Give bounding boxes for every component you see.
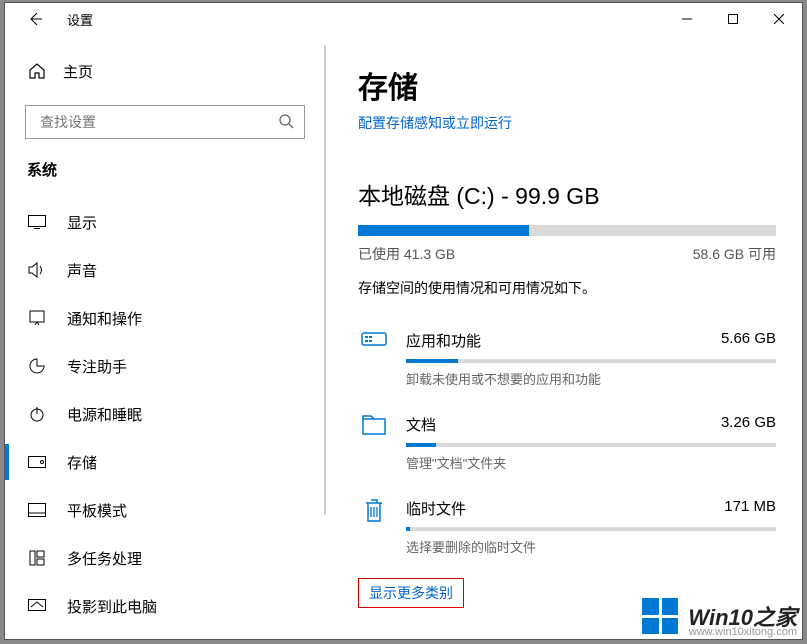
home-icon	[27, 61, 47, 81]
sound-icon	[27, 260, 47, 280]
nav-storage[interactable]: 存储	[5, 438, 325, 486]
category-documents[interactable]: 文档3.26 GB 管理"文档"文件夹	[358, 404, 776, 488]
show-more-highlight: 显示更多类别	[358, 578, 464, 608]
close-button[interactable]	[756, 3, 802, 35]
show-more-link[interactable]: 显示更多类别	[369, 585, 453, 601]
search-box[interactable]	[25, 105, 305, 139]
search-icon	[278, 113, 294, 132]
trash-icon	[358, 498, 390, 556]
nav-multitask[interactable]: 多任务处理	[5, 534, 325, 582]
group-title: 系统	[5, 159, 325, 198]
disk-used-text: 已使用 41.3 GB	[358, 244, 455, 264]
nav-sound[interactable]: 声音	[5, 246, 325, 294]
category-bar	[406, 443, 776, 447]
storage-icon	[27, 452, 47, 472]
disk-title: 本地磁盘 (C:) - 99.9 GB	[358, 177, 776, 211]
nav-notifications[interactable]: 通知和操作	[5, 294, 325, 342]
disk-usage-bar	[358, 225, 776, 236]
disk-desc: 存储空间的使用情况和可用情况如下。	[358, 278, 776, 298]
storage-sense-link[interactable]: 配置存储感知或立即运行	[358, 115, 512, 131]
category-bar	[406, 527, 776, 531]
minimize-button[interactable]	[664, 3, 710, 35]
nav-tablet[interactable]: 平板模式	[5, 486, 325, 534]
category-temp[interactable]: 临时文件171 MB 选择要删除的临时文件	[358, 488, 776, 572]
notifications-icon	[27, 308, 47, 328]
apps-icon	[358, 330, 390, 388]
page-title: 存储	[358, 63, 776, 107]
disk-free-text: 58.6 GB 可用	[693, 244, 776, 264]
documents-icon	[358, 414, 390, 472]
nav-project[interactable]: 投影到此电脑	[5, 582, 325, 630]
sidebar: 主页 系统 显示 声音 通知和操作	[5, 35, 325, 639]
multitask-icon	[27, 548, 47, 568]
home-link[interactable]: 主页	[5, 51, 325, 91]
content-pane: 存储 配置存储感知或立即运行 本地磁盘 (C:) - 99.9 GB 已使用 4…	[325, 35, 802, 639]
maximize-button[interactable]	[710, 3, 756, 35]
nav-focus[interactable]: 专注助手	[5, 342, 325, 390]
search-input[interactable]	[40, 114, 278, 130]
category-apps[interactable]: 应用和功能5.66 GB 卸载未使用或不想要的应用和功能	[358, 320, 776, 404]
nav-display[interactable]: 显示	[5, 198, 325, 246]
home-label: 主页	[63, 61, 93, 82]
display-icon	[27, 212, 47, 232]
back-button[interactable]	[23, 11, 47, 27]
window-title: 设置	[67, 10, 93, 29]
power-icon	[27, 404, 47, 424]
project-icon	[27, 596, 47, 616]
focus-icon	[27, 356, 47, 376]
tablet-icon	[27, 500, 47, 520]
category-bar	[406, 359, 776, 363]
nav-power[interactable]: 电源和睡眠	[5, 390, 325, 438]
